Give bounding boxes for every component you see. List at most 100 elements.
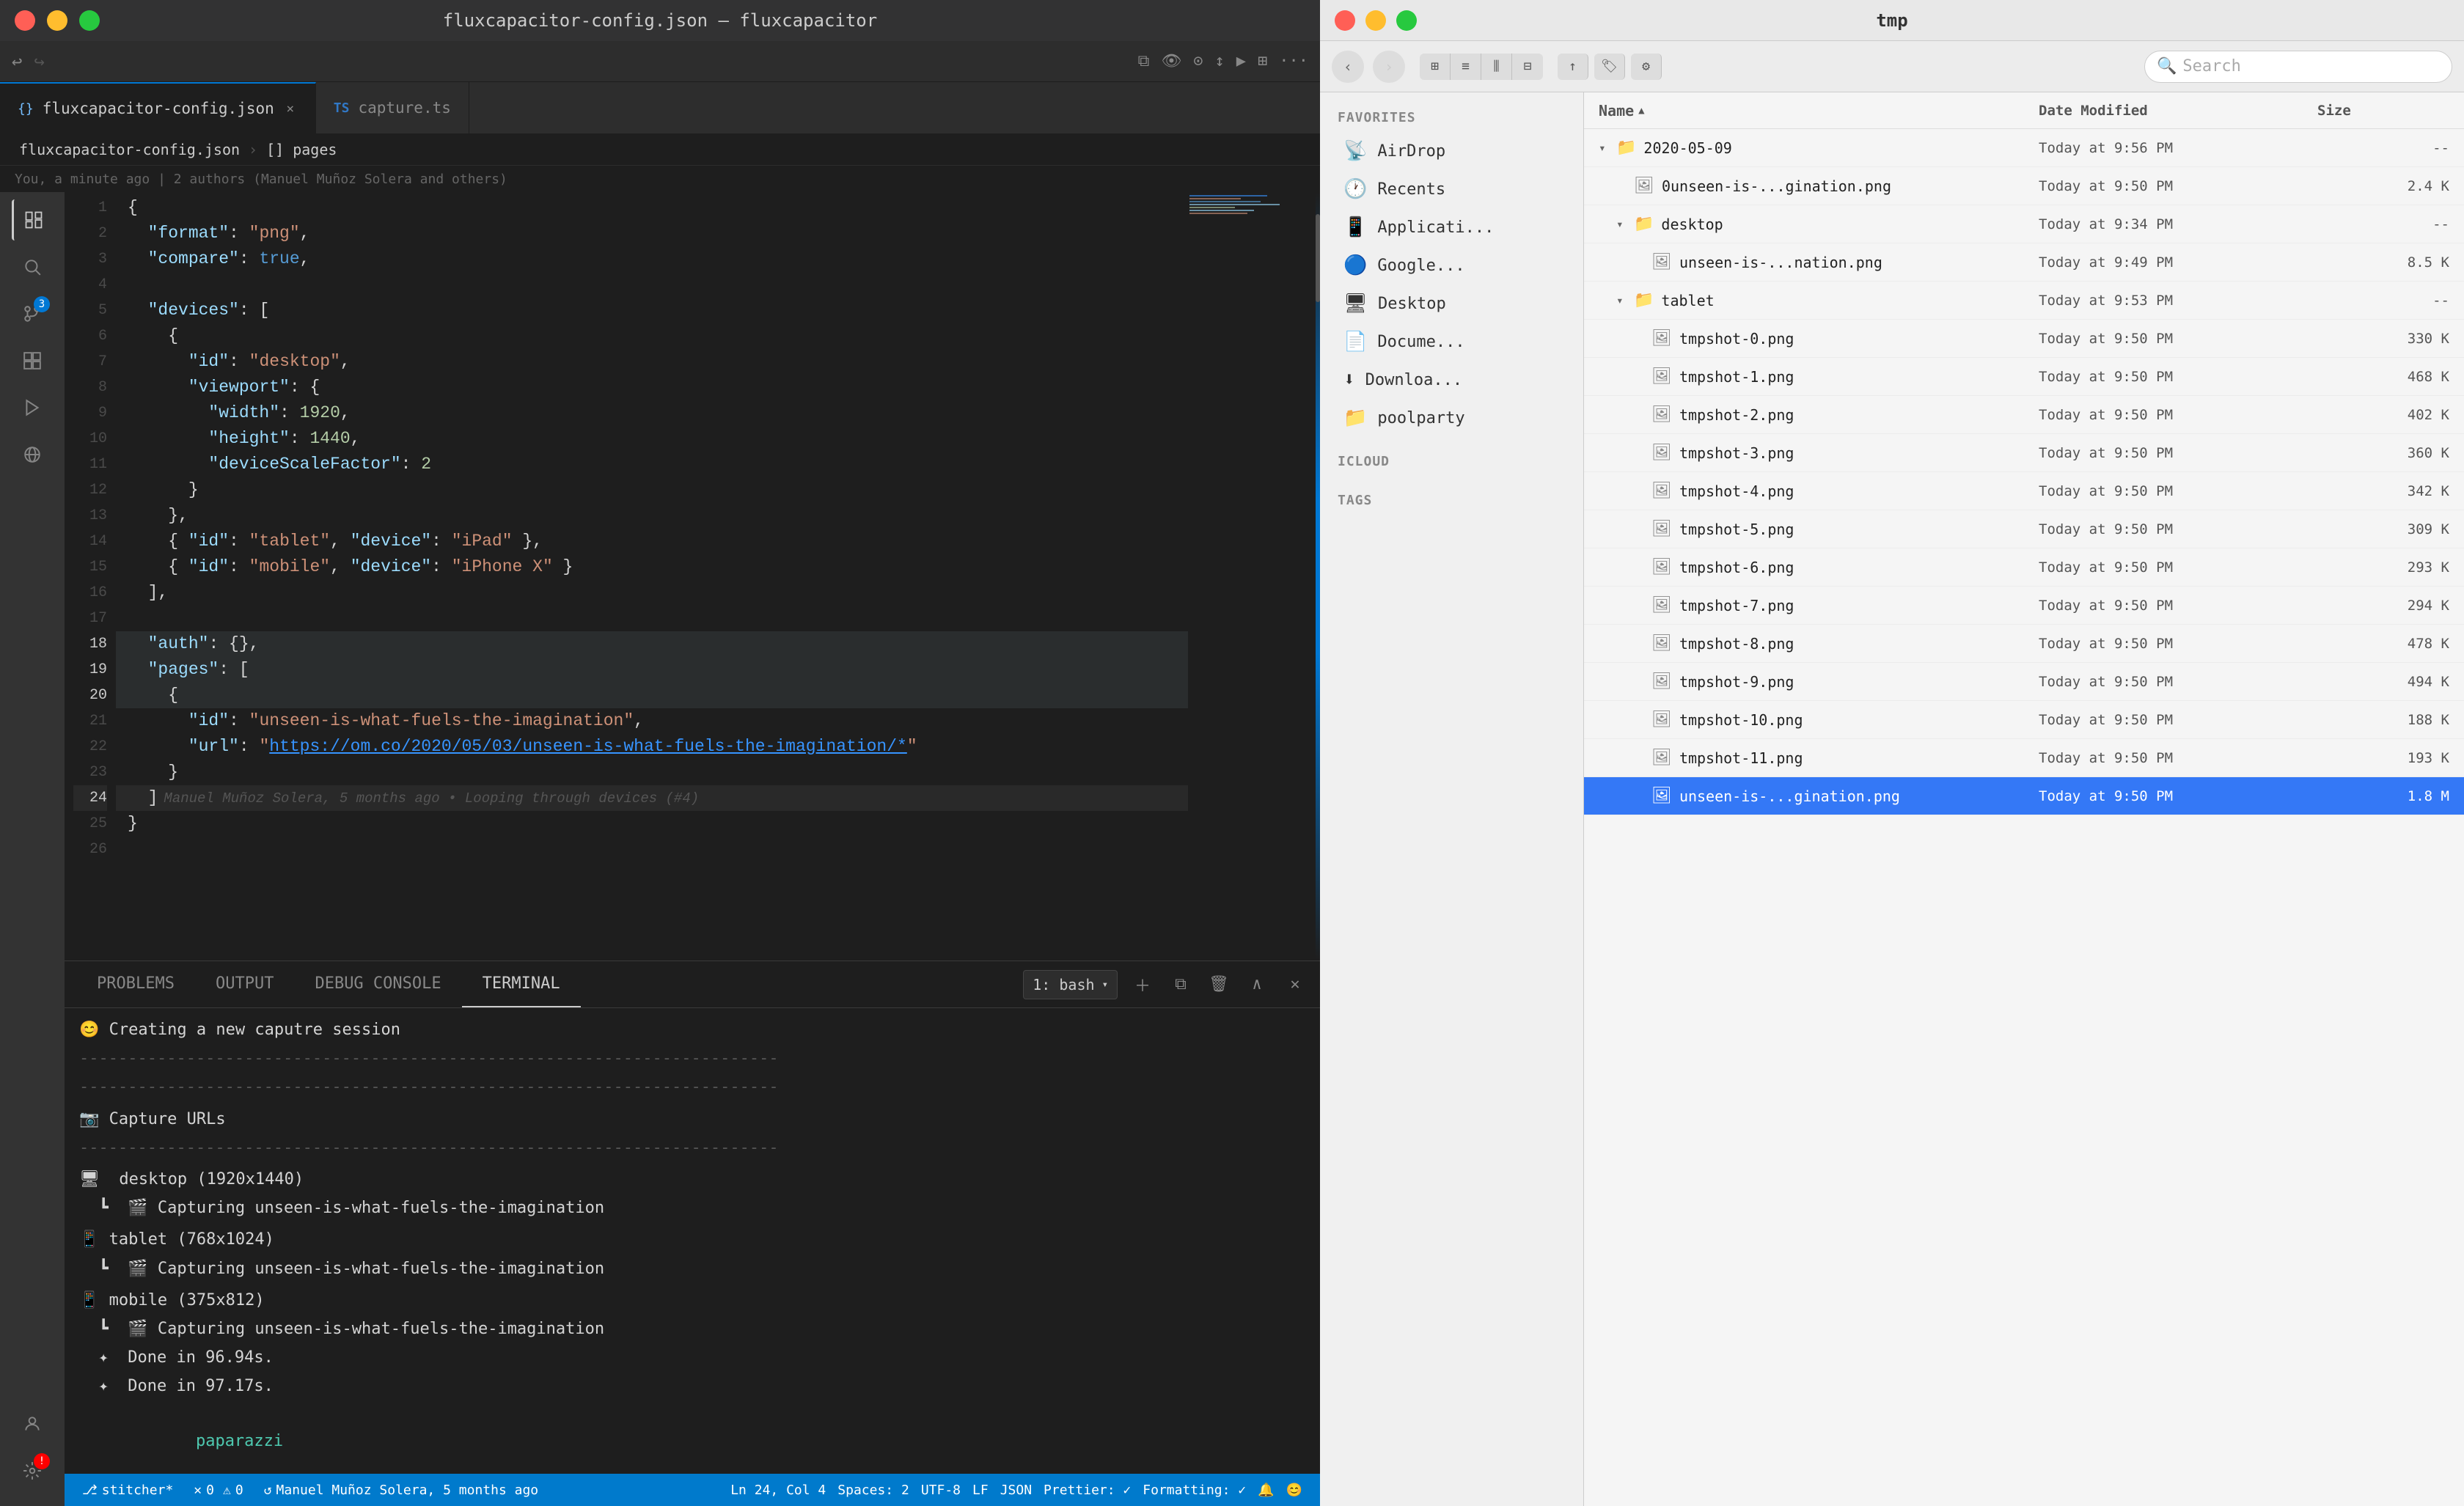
search-placeholder: Search <box>2182 57 2240 76</box>
file-row-tmpshot-9[interactable]: 🖼 tmpshot-9.png Today at 9:50 PM 494 K <box>1584 663 2464 701</box>
finder-close-button[interactable] <box>1335 10 1355 31</box>
fullscreen-button[interactable] <box>79 10 100 31</box>
finder-minimize-button[interactable] <box>1365 10 1386 31</box>
debug-icon[interactable] <box>12 387 53 428</box>
new-terminal-button[interactable]: ＋ <box>1129 971 1156 998</box>
file-row-tmpshot-5[interactable]: 🖼 tmpshot-5.png Today at 9:50 PM 309 K <box>1584 510 2464 548</box>
finder-search-bar[interactable]: 🔍 Search <box>2144 51 2452 83</box>
terminal-tab[interactable]: TERMINAL <box>462 961 581 1007</box>
search-icon[interactable] <box>12 246 53 287</box>
problems-tab[interactable]: PROBLEMS <box>76 961 195 1007</box>
sidebar-item-poolparty[interactable]: 📁 poolparty <box>1326 400 1577 436</box>
column-view-button[interactable]: ⫼ <box>1481 54 1512 80</box>
terminal-line-12: ┗ 🎬 Capturing unseen-is-what-fuels-the-i… <box>65 1255 1320 1283</box>
action-button[interactable]: ⚙ <box>1631 54 1662 80</box>
file-row-tmpshot-10[interactable]: 🖼 tmpshot-10.png Today at 9:50 PM 188 K <box>1584 701 2464 739</box>
remote-icon[interactable] <box>12 434 53 475</box>
folder-expand-icon[interactable]: ▾ <box>1616 293 1634 307</box>
editor-layout-icon[interactable]: ⊞ <box>1258 52 1267 70</box>
file-row-tmpshot-1[interactable]: 🖼 tmpshot-1.png Today at 9:50 PM 468 K <box>1584 358 2464 396</box>
folder-expand-icon[interactable]: ▾ <box>1616 217 1634 231</box>
file-row-2020-05-09[interactable]: ▾ 📁 2020-05-09 Today at 9:56 PM -- <box>1584 129 2464 167</box>
file-row-tmpshot-2[interactable]: 🖼 tmpshot-2.png Today at 9:50 PM 402 K <box>1584 396 2464 434</box>
file-row-0unseen[interactable]: 🖼 0unseen-is-...gination.png Today at 9:… <box>1584 167 2464 205</box>
terminal-shell-chevron[interactable]: ▾ <box>1102 979 1108 991</box>
folder-expand-icon[interactable]: ▾ <box>1599 141 1616 155</box>
minimize-button[interactable] <box>47 10 67 31</box>
file-row-tmpshot-0[interactable]: 🖼 tmpshot-0.png Today at 9:50 PM 330 K <box>1584 320 2464 358</box>
delete-terminal-button[interactable]: 🗑 <box>1206 971 1232 998</box>
back-button[interactable]: ‹ <box>1332 51 1364 83</box>
code-line-21: "id": "unseen-is-what-fuels-the-imaginat… <box>116 708 1188 734</box>
go-forward-icon[interactable]: ↪ <box>34 51 44 72</box>
sidebar-item-airdrop[interactable]: 📡 AirDrop <box>1326 133 1577 169</box>
tab-capture-ts[interactable]: TS capture.ts <box>316 82 469 133</box>
tab-fluxcapacitor-config[interactable]: {} fluxcapacitor-config.json × <box>0 82 316 133</box>
icon-view-button[interactable]: ⊞ <box>1420 54 1451 80</box>
forward-button[interactable]: › <box>1373 51 1405 83</box>
spaces-status[interactable]: Spaces: 2 <box>832 1483 915 1498</box>
sidebar-item-desktop[interactable]: 🖥 Desktop <box>1326 285 1577 322</box>
file-row-unseen-nation[interactable]: 🖼 unseen-is-...nation.png Today at 9:49 … <box>1584 243 2464 282</box>
line-ending-status[interactable]: LF <box>967 1483 994 1498</box>
navigate-icon[interactable]: ↕ <box>1215 52 1225 70</box>
file-row-tmpshot-11[interactable]: 🖼 tmpshot-11.png Today at 9:50 PM 193 K <box>1584 739 2464 777</box>
maximize-panel-button[interactable]: ∧ <box>1244 971 1270 998</box>
sidebar-item-applications[interactable]: 📱 Applicati... <box>1326 209 1577 246</box>
file-row-tablet[interactable]: ▾ 📁 tablet Today at 9:53 PM -- <box>1584 282 2464 320</box>
git-branch-status[interactable]: ⎇ stitcher* <box>76 1474 179 1506</box>
file-row-tmpshot-7[interactable]: 🖼 tmpshot-7.png Today at 9:50 PM 294 K <box>1584 587 2464 625</box>
file-row-tmpshot-6[interactable]: 🖼 tmpshot-6.png Today at 9:50 PM 293 K <box>1584 548 2464 587</box>
split-editor-icon[interactable]: ⧉ <box>1138 52 1150 70</box>
tag-button[interactable]: 🏷 <box>1594 54 1625 80</box>
file-row-tmpshot-4[interactable]: 🖼 tmpshot-4.png Today at 9:50 PM 342 K <box>1584 472 2464 510</box>
open-changes-icon[interactable]: ⊙ <box>1193 52 1203 70</box>
encoding-status[interactable]: UTF-8 <box>915 1483 967 1498</box>
sidebar-item-recents[interactable]: 🕐 Recents <box>1326 171 1577 207</box>
finder-fullscreen-button[interactable] <box>1396 10 1417 31</box>
settings-icon[interactable]: ! <box>12 1450 53 1491</box>
share-button[interactable]: ↑ <box>1558 54 1588 80</box>
run-icon[interactable]: ▶ <box>1236 52 1246 70</box>
modified-column-header[interactable]: Date Modified <box>2039 103 2317 119</box>
feedback-icon[interactable]: 😊 <box>1280 1483 1308 1498</box>
notifications-icon[interactable]: 🔔 <box>1252 1483 1280 1498</box>
file-row-desktop[interactable]: ▾ 📁 desktop Today at 9:34 PM -- <box>1584 205 2464 243</box>
breadcrumb-section[interactable]: [] pages <box>266 141 337 158</box>
git-sync-status[interactable]: ↺ Manuel Muñoz Solera, 5 months ago <box>258 1474 544 1506</box>
close-panel-button[interactable]: ✕ <box>1282 971 1308 998</box>
formatting-status[interactable]: Formatting: ✓ <box>1137 1483 1252 1498</box>
file-row-tmpshot-8[interactable]: 🖼 tmpshot-8.png Today at 9:50 PM 478 K <box>1584 625 2464 663</box>
account-icon[interactable] <box>12 1403 53 1444</box>
split-terminal-button[interactable]: ⧉ <box>1167 971 1194 998</box>
more-actions-icon[interactable]: ··· <box>1279 52 1308 70</box>
file-row-tmpshot-3[interactable]: 🖼 tmpshot-3.png Today at 9:50 PM 360 K <box>1584 434 2464 472</box>
source-control-icon[interactable]: 3 <box>12 293 53 334</box>
close-button[interactable] <box>15 10 35 31</box>
position-status[interactable]: Ln 24, Col 4 <box>725 1483 832 1498</box>
code-content[interactable]: { "format": "png", "compare": true, "dev… <box>116 192 1188 960</box>
applications-icon: 📱 <box>1343 216 1367 238</box>
go-back-icon[interactable]: ↩ <box>12 51 22 72</box>
gallery-view-button[interactable]: ⊟ <box>1512 54 1543 80</box>
code-editor[interactable]: 1 2 3 4 5 6 7 8 9 10 11 12 13 14 15 16 1 <box>65 192 1320 960</box>
language-status[interactable]: JSON <box>994 1483 1038 1498</box>
terminal-content[interactable]: 😊 Creating a new caputre session -------… <box>65 1008 1320 1474</box>
size-column-header[interactable]: Size <box>2317 103 2449 119</box>
debug-console-tab[interactable]: DEBUG CONSOLE <box>294 961 461 1007</box>
sidebar-item-google[interactable]: 🔵 Google... <box>1326 247 1577 284</box>
sidebar-item-documents[interactable]: 📄 Docume... <box>1326 323 1577 360</box>
tab-close-button[interactable]: × <box>283 101 298 116</box>
prettier-status[interactable]: Prettier: ✓ <box>1038 1483 1137 1498</box>
errors-warnings-status[interactable]: ✕ 0 ⚠ 0 <box>188 1474 249 1506</box>
extensions-icon[interactable] <box>12 340 53 381</box>
preview-icon[interactable]: 👁 <box>1161 52 1181 70</box>
sidebar-label-recents: Recents <box>1377 180 1445 199</box>
list-view-button[interactable]: ≡ <box>1451 54 1481 80</box>
sidebar-item-downloads[interactable]: ⬇ Downloa... <box>1326 361 1577 398</box>
name-column-header[interactable]: Name ▲ <box>1599 102 2039 120</box>
file-row-unseen-gination[interactable]: 🖼 unseen-is-...gination.png Today at 9:5… <box>1584 777 2464 815</box>
output-tab[interactable]: OUTPUT <box>195 961 294 1007</box>
explorer-icon[interactable] <box>12 199 53 240</box>
breadcrumb-file[interactable]: fluxcapacitor-config.json <box>19 141 240 158</box>
